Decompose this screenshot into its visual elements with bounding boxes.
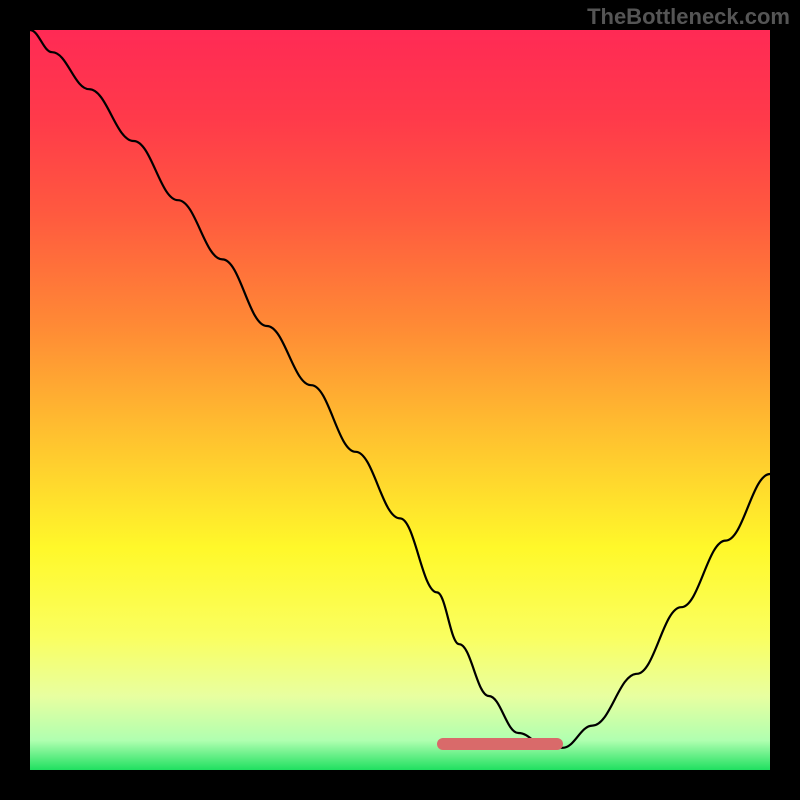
optimum-highlight <box>437 738 563 750</box>
watermark-text: TheBottleneck.com <box>587 4 790 30</box>
bottleneck-curve <box>30 30 770 770</box>
plot-area <box>30 30 770 770</box>
